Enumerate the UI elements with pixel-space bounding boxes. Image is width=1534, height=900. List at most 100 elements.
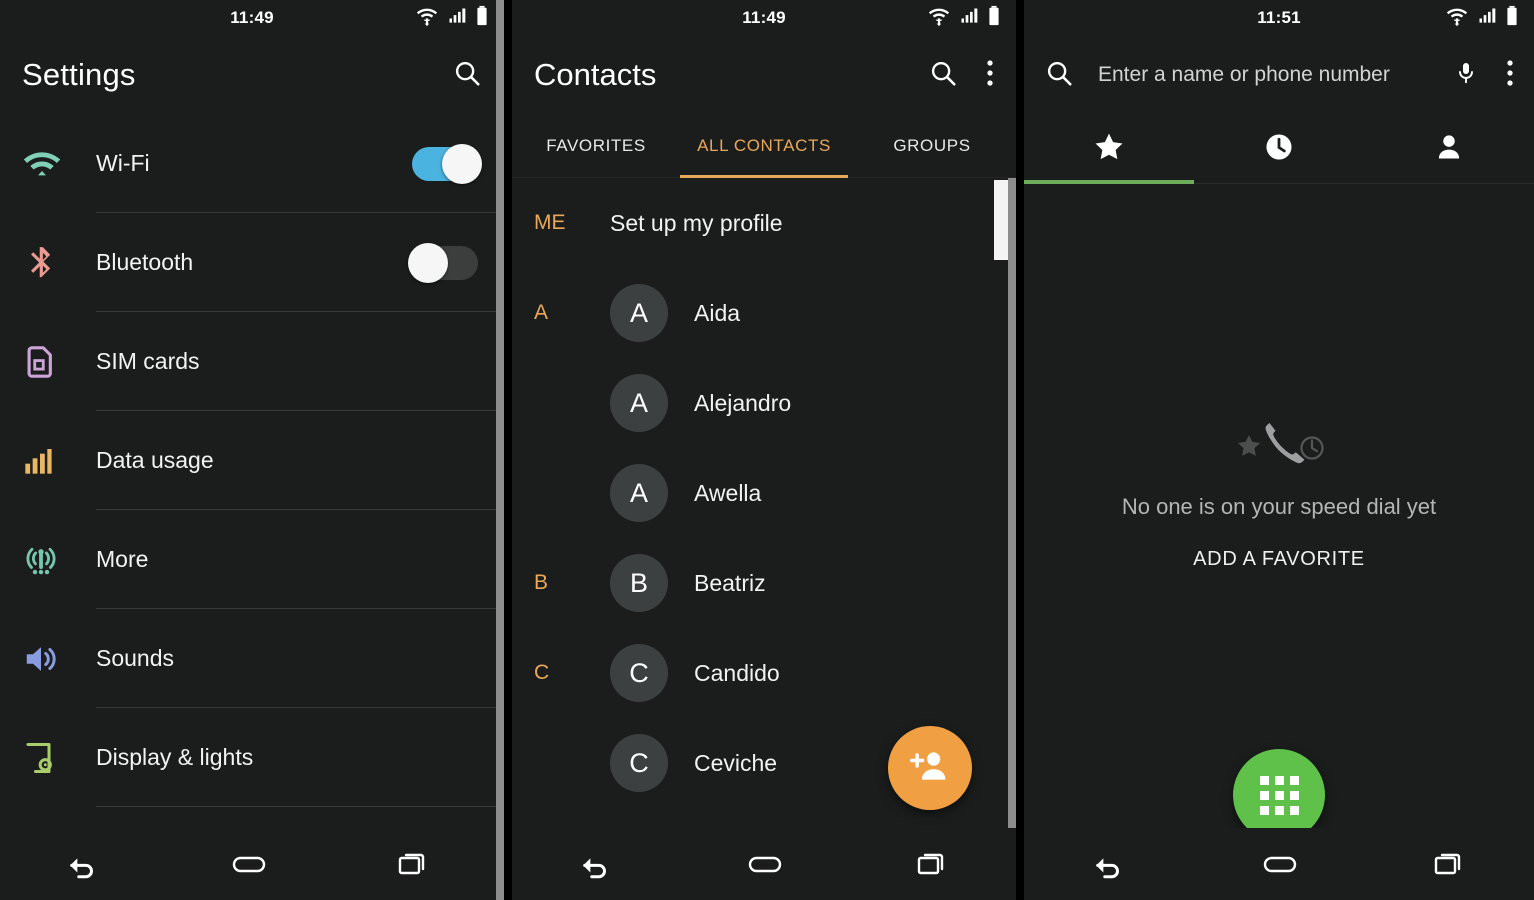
status-clock: 11:51 <box>1257 8 1301 27</box>
contacts-tab-bar: FAVORITES ALL CONTACTS GROUPS <box>512 114 1016 178</box>
more-vertical-icon[interactable] <box>986 58 994 93</box>
section-header: A <box>534 301 549 324</box>
recents-icon[interactable] <box>1434 850 1466 878</box>
settings-row-label: Data usage <box>96 447 214 473</box>
status-clock: 11:49 <box>230 8 274 27</box>
settings-row-more[interactable]: More <box>0 510 504 609</box>
more-vertical-icon[interactable] <box>1506 58 1514 93</box>
avatar: C <box>610 734 668 792</box>
volume-icon <box>22 640 96 678</box>
tab-speed-dial[interactable] <box>1024 114 1194 184</box>
system-navigation-bar <box>0 828 496 900</box>
bluetooth-icon <box>22 244 96 282</box>
list-item[interactable]: B B Beatriz <box>512 538 1016 628</box>
add-contact-icon <box>908 744 952 793</box>
settings-row-data-usage[interactable]: Data usage <box>0 411 504 510</box>
wifi-icon <box>1446 5 1468 27</box>
settings-row-sounds[interactable]: Sounds <box>0 609 504 708</box>
back-icon[interactable] <box>579 847 613 881</box>
search-icon[interactable] <box>928 58 958 93</box>
settings-row-wifi[interactable]: Wi-Fi <box>0 114 504 213</box>
search-icon[interactable] <box>452 58 482 93</box>
list-item[interactable]: A A Aida <box>512 268 1016 358</box>
wifi-toggle[interactable] <box>412 143 482 184</box>
page-title: Settings <box>22 57 136 92</box>
contacts-app-bar: Contacts <box>512 36 1016 114</box>
contacts-scrollbar-track[interactable] <box>1008 178 1016 900</box>
status-clock: 11:49 <box>742 8 786 27</box>
star-icon <box>1092 130 1126 169</box>
tab-favorites[interactable]: FAVORITES <box>512 114 680 178</box>
clock-icon <box>1263 131 1295 168</box>
settings-scrollbar[interactable] <box>496 0 504 900</box>
contact-name: Awella <box>694 479 762 506</box>
contact-name: Beatriz <box>694 569 766 596</box>
system-navigation-bar <box>512 828 1016 900</box>
contacts-scrollbar-thumb[interactable] <box>994 180 1008 260</box>
back-icon[interactable] <box>66 847 100 881</box>
settings-row-label: Bluetooth <box>96 249 194 275</box>
person-icon <box>1433 131 1465 168</box>
speed-dial-empty-state: No one is on your speed dial yet ADD A F… <box>1024 410 1534 571</box>
wifi-icon <box>416 5 438 27</box>
tab-groups[interactable]: GROUPS <box>848 114 1016 178</box>
panel-gap-2 <box>1016 0 1024 900</box>
settings-row-sim-cards[interactable]: SIM cards <box>0 312 504 411</box>
dialer-phone-panel: 11:51 Enter a name or phone number No on… <box>1024 0 1534 900</box>
toggle-knob <box>442 143 482 184</box>
display-icon <box>22 740 96 776</box>
signal-icon <box>1477 6 1497 26</box>
status-system-icons <box>928 5 1000 27</box>
system-navigation-bar <box>1024 828 1534 900</box>
tab-active-indicator <box>1024 180 1194 184</box>
settings-row-display-lights[interactable]: Display & lights <box>0 708 504 807</box>
settings-app-bar: Settings <box>0 36 504 114</box>
add-a-favorite-button[interactable]: ADD A FAVORITE <box>1024 548 1534 571</box>
recents-icon[interactable] <box>398 850 430 878</box>
dialer-tab-bar <box>1024 114 1534 184</box>
settings-row-label: Wi-Fi <box>96 150 150 176</box>
battery-icon <box>1506 5 1518 27</box>
home-icon[interactable] <box>748 853 782 875</box>
avatar: C <box>610 644 668 702</box>
avatar: B <box>610 554 668 612</box>
list-item[interactable]: A Alejandro <box>512 358 1016 448</box>
tab-contacts[interactable] <box>1364 114 1534 184</box>
home-icon[interactable] <box>1263 853 1297 875</box>
add-contact-fab[interactable] <box>888 726 972 810</box>
search-icon[interactable] <box>1044 58 1074 93</box>
list-item[interactable]: C C Candido <box>512 628 1016 718</box>
contacts-phone-panel: 11:49 Contacts FAVORITES ALL CONTACTS GR… <box>512 0 1016 900</box>
settings-row-bluetooth[interactable]: Bluetooth <box>0 213 504 312</box>
status-bar: 11:49 <box>0 0 504 36</box>
recents-icon[interactable] <box>917 850 949 878</box>
dialer-search-bar[interactable]: Enter a name or phone number <box>1024 36 1534 114</box>
toggle-knob <box>408 242 448 283</box>
avatar: A <box>610 374 668 432</box>
status-bar: 11:49 <box>512 0 1016 36</box>
home-icon[interactable] <box>232 853 266 875</box>
list-item-set-up-profile[interactable]: ME Set up my profile <box>512 178 1016 268</box>
bluetooth-toggle[interactable] <box>408 242 478 283</box>
tab-call-history[interactable] <box>1194 114 1364 184</box>
settings-row-label: SIM cards <box>96 348 200 374</box>
microphone-icon[interactable] <box>1454 58 1478 93</box>
contact-name: Ceviche <box>694 749 778 776</box>
settings-row-label: Display & lights <box>96 744 254 770</box>
empty-state-message: No one is on your speed dial yet <box>1121 494 1437 519</box>
settings-row-label: More <box>96 546 149 572</box>
speed-dial-icon <box>1024 410 1534 488</box>
wifi-icon <box>928 5 950 27</box>
search-input[interactable]: Enter a name or phone number <box>1098 63 1436 87</box>
tab-all-contacts[interactable]: ALL CONTACTS <box>680 114 848 178</box>
settings-phone-panel: 11:49 Settings Wi-Fi Bluetooth SIM cards… <box>0 0 504 900</box>
contact-name: Aida <box>694 299 741 326</box>
signal-icon <box>447 6 467 26</box>
back-icon[interactable] <box>1092 847 1126 881</box>
panel-gap-1 <box>504 0 512 900</box>
sim-card-icon <box>22 345 96 379</box>
section-header: C <box>534 661 550 684</box>
list-item[interactable]: A Awella <box>512 448 1016 538</box>
wifi-icon <box>22 144 96 184</box>
status-bar: 11:51 <box>1024 0 1534 36</box>
